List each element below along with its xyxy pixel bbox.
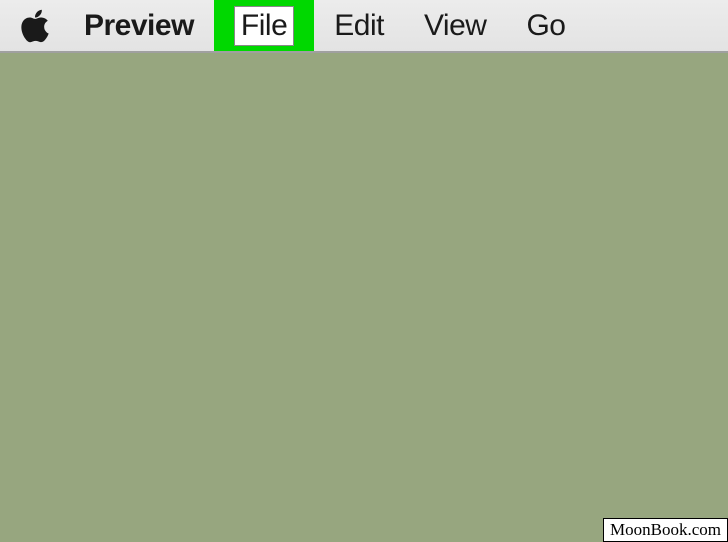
menubar: Preview File Edit View Go bbox=[0, 0, 728, 53]
menu-go[interactable]: Go bbox=[506, 0, 585, 51]
menu-edit[interactable]: Edit bbox=[314, 0, 404, 51]
menu-view[interactable]: View bbox=[404, 0, 506, 51]
apple-icon[interactable] bbox=[18, 6, 64, 46]
menu-file-label: File bbox=[234, 6, 294, 46]
desktop-area bbox=[0, 53, 728, 542]
menu-file[interactable]: File bbox=[214, 0, 314, 51]
watermark: MoonBook.com bbox=[603, 518, 728, 542]
app-name[interactable]: Preview bbox=[64, 9, 214, 43]
